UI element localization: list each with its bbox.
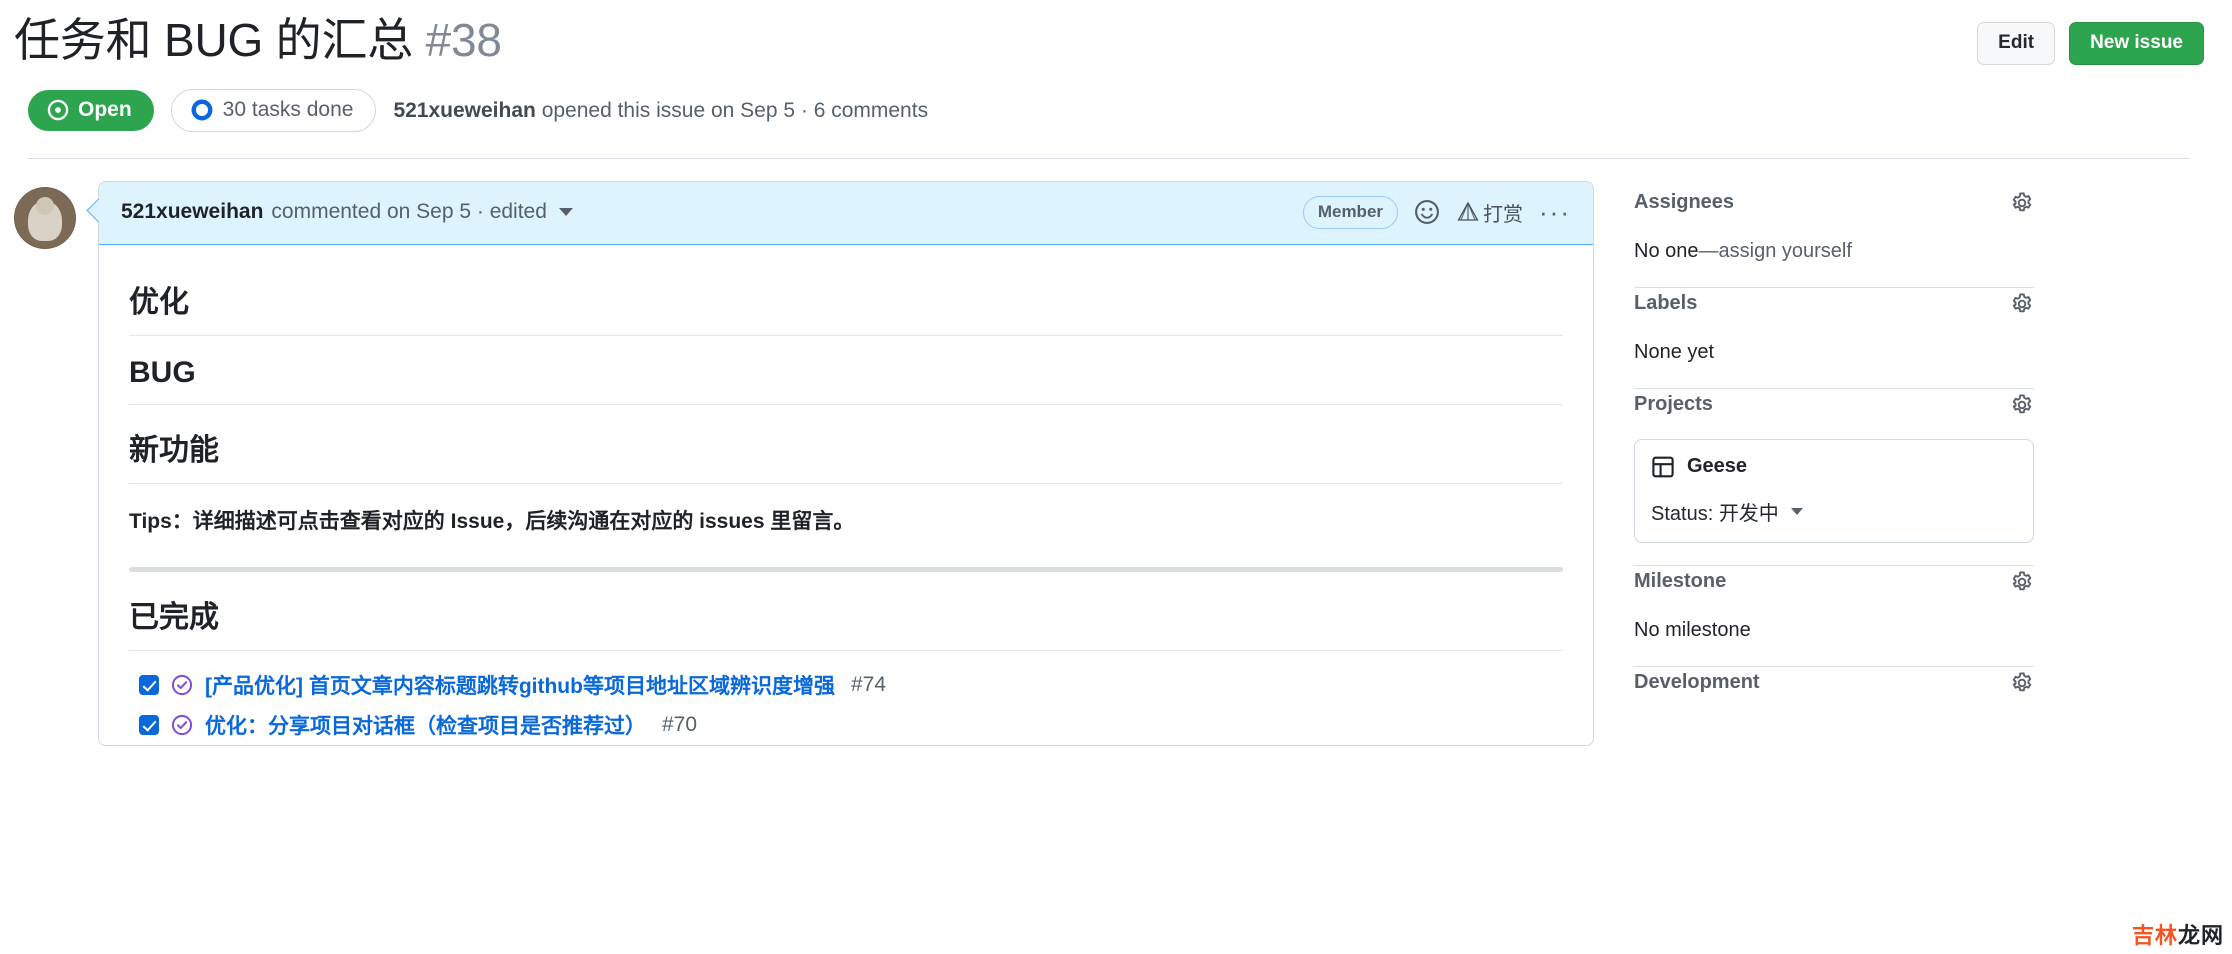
gear-icon[interactable] <box>2010 570 2034 594</box>
more-options-icon[interactable]: ··· <box>1539 199 1571 224</box>
sidebar-section-projects: Projects Geese Status: 开发中 <box>1634 389 2034 566</box>
issue-header: 任务和 BUG 的汇总 #38 Edit New issue Open 30 t… <box>0 0 2232 159</box>
main-column: 521xueweihan commented on Sep 5 · edited… <box>14 180 1594 747</box>
assignees-none: No one <box>1634 239 1699 262</box>
issue-title-text: 任务和 BUG 的汇总 <box>14 14 414 66</box>
project-table-icon <box>1651 455 1675 479</box>
new-issue-button[interactable]: New issue <box>2069 22 2204 65</box>
assign-yourself-link[interactable]: —assign yourself <box>1699 240 1852 262</box>
development-title: Development <box>1634 671 1760 694</box>
comment-header-actions: Member 打赏 ··· <box>1302 195 1571 229</box>
avatar[interactable] <box>14 186 76 249</box>
task-checkbox[interactable] <box>139 675 159 696</box>
section-heading-bug: BUG <box>129 336 1563 405</box>
watermark-part1: 吉林 <box>2131 924 2178 949</box>
sidebar-section-development: Development <box>1634 667 2034 739</box>
gear-icon[interactable] <box>2010 671 2034 695</box>
watermark: 吉林龙网 <box>2132 918 2224 950</box>
section-heading-optimize: 优化 <box>129 257 1563 336</box>
gear-icon[interactable] <box>2010 191 2034 215</box>
page-title: 任务和 BUG 的汇总 #38 <box>14 14 502 67</box>
project-card[interactable]: Geese Status: 开发中 <box>1634 438 2034 543</box>
issue-open-icon <box>47 99 69 121</box>
projects-title: Projects <box>1634 393 1713 416</box>
sidebar-section-assignees: Assignees No one—assign yourself <box>1634 187 2034 288</box>
assignees-header: Assignees <box>1634 191 2034 215</box>
header-divider <box>28 157 2190 159</box>
project-status-select[interactable]: Status: 开发中 <box>1651 497 2017 526</box>
issue-sidebar: Assignees No one—assign yourself Labels <box>1634 181 2034 747</box>
issue-closed-icon <box>171 714 193 736</box>
tasks-done-pill[interactable]: 30 tasks done <box>170 88 377 132</box>
comment-header: 521xueweihan commented on Sep 5 · edited… <box>99 181 1593 245</box>
comment-wrapper: 521xueweihan commented on Sep 5 · edited… <box>14 180 1594 747</box>
emoji-reaction-icon[interactable] <box>1414 199 1440 225</box>
labels-value: None yet <box>1634 340 1715 363</box>
development-header: Development <box>1634 671 2034 695</box>
comment-box: 521xueweihan commented on Sep 5 · edited… <box>98 180 1594 747</box>
project-status-label: Status: 开发中 <box>1651 502 1779 525</box>
comment-author-link[interactable]: 521xueweihan <box>121 200 263 224</box>
tasks-done-label: 30 tasks done <box>222 98 354 122</box>
section-heading-done: 已完成 <box>129 572 1563 652</box>
project-name: Geese <box>1687 455 1748 478</box>
status-badge: Open <box>28 89 154 131</box>
milestone-title: Milestone <box>1634 570 1727 593</box>
reward-label: 打赏 <box>1483 203 1524 226</box>
labels-header: Labels <box>1634 292 2034 316</box>
watermark-part2: 龙网 <box>2177 924 2224 949</box>
issue-closed-icon <box>171 674 193 696</box>
task-number: #74 <box>850 673 887 697</box>
milestone-header: Milestone <box>1634 570 2034 594</box>
gear-icon[interactable] <box>2010 292 2034 316</box>
issue-meta-detail: opened this issue on Sep 5 · 6 comments <box>541 98 929 122</box>
labels-title: Labels <box>1634 292 1698 315</box>
projects-header: Projects <box>1634 393 2034 417</box>
issue-number: #38 <box>425 14 502 66</box>
task-number: #70 <box>662 713 698 737</box>
comment-subtitle: commented on Sep 5 · edited <box>271 200 547 224</box>
comment-body: 优化 BUG 新功能 Tips：详细描述可点击查看对应的 Issue，后续沟通在… <box>99 245 1593 746</box>
title-row: 任务和 BUG 的汇总 #38 <box>14 14 2204 67</box>
gear-icon[interactable] <box>2010 393 2034 417</box>
header-actions: Edit New issue <box>1977 22 2204 65</box>
task-item: [产品优化] 首页文章内容标题跳转github等项目地址区域辨识度增强 #74 <box>139 665 1563 705</box>
issue-page: 任务和 BUG 的汇总 #38 Edit New issue Open 30 t… <box>0 0 2232 954</box>
reward-button[interactable]: 打赏 <box>1456 198 1523 227</box>
task-list: [产品优化] 首页文章内容标题跳转github等项目地址区域辨识度增强 #74 <box>129 651 1563 745</box>
pyramid-icon <box>1456 200 1480 224</box>
issue-author-link[interactable]: 521xueweihan <box>393 99 535 122</box>
sidebar-section-labels: Labels None yet <box>1634 288 2034 389</box>
chevron-down-icon[interactable] <box>558 208 573 217</box>
tips-paragraph: Tips：详细描述可点击查看对应的 Issue，后续沟通在对应的 issues … <box>129 509 855 533</box>
content-area: 521xueweihan commented on Sep 5 · edited… <box>0 159 2232 747</box>
task-item: 优化：分享项目对话框（检查项目是否推荐过） #70 <box>139 705 1563 745</box>
task-link[interactable]: [产品优化] 首页文章内容标题跳转github等项目地址区域辨识度增强 <box>205 670 835 700</box>
issue-meta-text: 521xueweihan opened this issue on Sep 5 … <box>393 98 928 123</box>
task-checkbox[interactable] <box>139 715 159 736</box>
task-link[interactable]: 优化：分享项目对话框（检查项目是否推荐过） <box>205 710 646 740</box>
member-badge: Member <box>1302 195 1399 229</box>
issue-meta-row: Open 30 tasks done 521xueweihan opened t… <box>14 67 2204 132</box>
edit-button[interactable]: Edit <box>1977 22 2056 65</box>
status-badge-label: Open <box>78 98 132 122</box>
sidebar-section-milestone: Milestone No milestone <box>1634 566 2034 667</box>
tasks-circle-icon <box>191 99 213 121</box>
assignees-title: Assignees <box>1634 191 1735 214</box>
assignees-value: No one—assign yourself <box>1634 237 2034 265</box>
section-heading-feature: 新功能 <box>129 405 1563 484</box>
chevron-down-icon <box>1790 507 1803 515</box>
milestone-value: No milestone <box>1634 618 1751 641</box>
project-name-row: Geese <box>1651 455 2017 479</box>
